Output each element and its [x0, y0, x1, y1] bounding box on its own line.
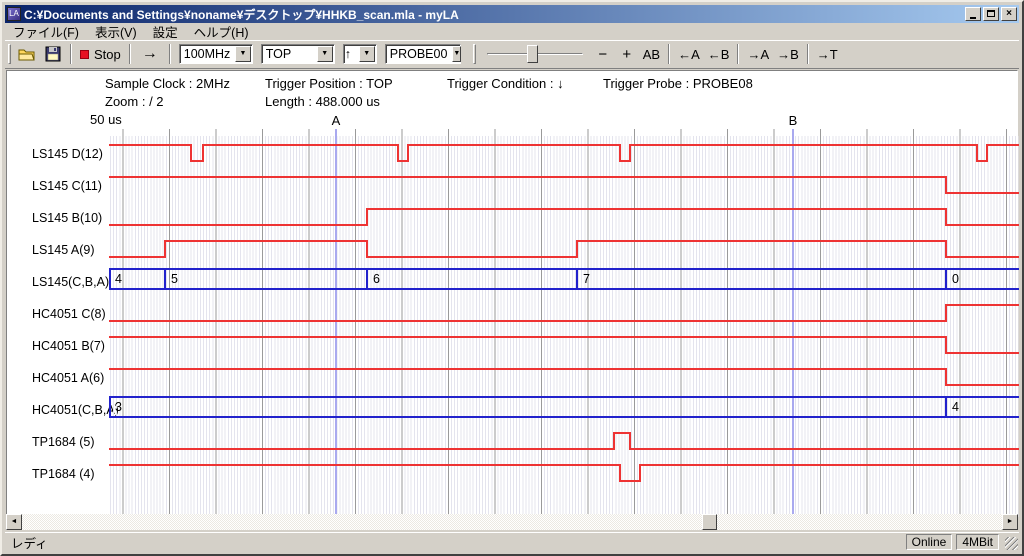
menu-item-2[interactable]: 設定	[145, 21, 186, 42]
channel-label[interactable]: HC4051(C,B,A)	[6, 394, 109, 426]
marker-b-label[interactable]: B	[787, 113, 799, 128]
svg-text:3: 3	[115, 400, 122, 414]
app-icon[interactable]: LA	[7, 7, 21, 21]
channel-label[interactable]: HC4051 B(7)	[6, 330, 109, 362]
move-a-right-button[interactable]: →A	[743, 43, 773, 65]
time-scale-label: 50 us	[90, 112, 122, 127]
window-title: C:¥Documents and Settings¥noname¥デスクトップ¥…	[24, 6, 965, 23]
trigger-position-info: Trigger Position : TOP	[265, 76, 393, 91]
zoom-slider-thumb[interactable]	[527, 45, 538, 63]
menu-item-0[interactable]: ファイル(F)	[5, 21, 87, 42]
stop-icon	[80, 50, 89, 59]
svg-text:6: 6	[373, 272, 380, 286]
svg-text:4: 4	[115, 272, 122, 286]
open-folder-icon	[18, 46, 36, 62]
toolbar-separator	[668, 44, 670, 64]
length-info: Length : 488.000 us	[265, 94, 380, 109]
resize-grip-icon[interactable]	[1005, 537, 1018, 550]
channel-label[interactable]: TP1684 (4)	[6, 458, 109, 490]
channel-label[interactable]: TP1684 (5)	[6, 426, 109, 458]
zoom-in-button[interactable]: +	[615, 43, 639, 65]
zoom-ab-button[interactable]: AB	[639, 43, 664, 65]
scroll-left-button[interactable]: ◄	[6, 514, 22, 530]
close-button[interactable]: ×	[1001, 7, 1017, 21]
trigger-probe-value: PROBE00	[386, 47, 452, 61]
dropdown-arrow-icon[interactable]: ▼	[235, 46, 250, 62]
move-b-left-button[interactable]: ←B	[704, 43, 734, 65]
minimize-button[interactable]	[965, 7, 981, 21]
channel-label[interactable]: LS145(C,B,A)	[6, 266, 109, 298]
trigger-probe-info: Trigger Probe : PROBE08	[603, 76, 753, 91]
trigger-edge-value: ↑	[344, 47, 358, 61]
stop-button[interactable]: Stop	[76, 43, 125, 65]
minimize-icon	[970, 17, 976, 19]
waveform-plot[interactable]: 4 5 6 7 0 3 4	[109, 129, 1019, 517]
zoom-info: Zoom : / 2	[105, 94, 164, 109]
channel-label[interactable]: HC4051 C(8)	[6, 298, 109, 330]
application-window: LA C:¥Documents and Settings¥noname¥デスクト…	[0, 0, 1024, 556]
sample-clock-select[interactable]: 100MHz ▼	[179, 44, 253, 64]
channel-label[interactable]: LS145 A(9)	[6, 234, 109, 266]
goto-trigger-button[interactable]: →T	[813, 43, 842, 65]
save-floppy-icon	[44, 46, 62, 62]
move-a-left-button[interactable]: ←A	[674, 43, 704, 65]
sample-clock-value: 100MHz	[180, 47, 235, 61]
toolbar-separator	[737, 44, 739, 64]
maximize-button[interactable]	[983, 7, 999, 21]
zoom-slider[interactable]	[487, 44, 583, 64]
toolbar: Stop → 100MHz ▼ TOP ▼ ↑ ▼ PROBE00 ▼ − + …	[5, 40, 1019, 69]
memory-status-badge: 4MBit	[956, 534, 999, 550]
single-run-button[interactable]: →	[135, 43, 165, 65]
dropdown-arrow-icon[interactable]: ▼	[317, 46, 333, 62]
maximize-icon	[987, 10, 995, 17]
svg-text:5: 5	[171, 272, 178, 286]
channel-label[interactable]: HC4051 A(6)	[6, 362, 109, 394]
stop-label: Stop	[94, 47, 121, 62]
save-button[interactable]	[40, 43, 66, 65]
dropdown-arrow-icon[interactable]: ▼	[452, 46, 461, 62]
dropdown-arrow-icon[interactable]: ▼	[359, 46, 375, 62]
scroll-right-button[interactable]: ►	[1002, 514, 1018, 530]
move-b-right-button[interactable]: →B	[773, 43, 803, 65]
menu-item-3[interactable]: ヘルプ(H)	[186, 21, 257, 42]
menu-item-1[interactable]: 表示(V)	[87, 21, 145, 42]
trigger-probe-select[interactable]: PROBE00 ▼	[385, 44, 461, 64]
online-status-badge: Online	[906, 534, 953, 550]
waveform-svg: 4 5 6 7 0 3 4	[109, 129, 1019, 517]
status-message: レディ	[5, 533, 906, 552]
svg-text:4: 4	[952, 400, 959, 414]
toolbar-separator	[807, 44, 809, 64]
toolbar-grip[interactable]	[8, 44, 11, 64]
menu-bar: ファイル(F)表示(V)設定ヘルプ(H)	[5, 23, 1019, 40]
toolbar-separator	[169, 44, 171, 64]
open-file-button[interactable]	[14, 43, 40, 65]
sample-clock-info: Sample Clock : 2MHz	[105, 76, 230, 91]
trigger-position-value: TOP	[262, 47, 316, 61]
status-bar: レディ Online 4MBit	[5, 532, 1019, 551]
trigger-edge-select[interactable]: ↑ ▼	[343, 44, 377, 64]
horizontal-scrollbar[interactable]: ◄ ►	[6, 514, 1018, 530]
svg-text:7: 7	[583, 272, 590, 286]
channel-label-column: LS145 D(12)LS145 C(11)LS145 B(10)LS145 A…	[6, 138, 109, 490]
svg-text:0: 0	[952, 272, 959, 286]
close-icon: ×	[1006, 8, 1012, 19]
zoom-out-button[interactable]: −	[591, 43, 615, 65]
scrollbar-thumb[interactable]	[702, 514, 717, 530]
channel-label[interactable]: LS145 C(11)	[6, 170, 109, 202]
toolbar-grip[interactable]	[473, 44, 476, 64]
channel-label[interactable]: LS145 B(10)	[6, 202, 109, 234]
toolbar-separator	[129, 44, 131, 64]
channel-label[interactable]: LS145 D(12)	[6, 138, 109, 170]
trigger-condition-info: Trigger Condition : ↓	[447, 76, 564, 91]
trigger-position-select[interactable]: TOP ▼	[261, 44, 335, 64]
marker-a-label[interactable]: A	[330, 113, 342, 128]
toolbar-separator	[70, 44, 72, 64]
